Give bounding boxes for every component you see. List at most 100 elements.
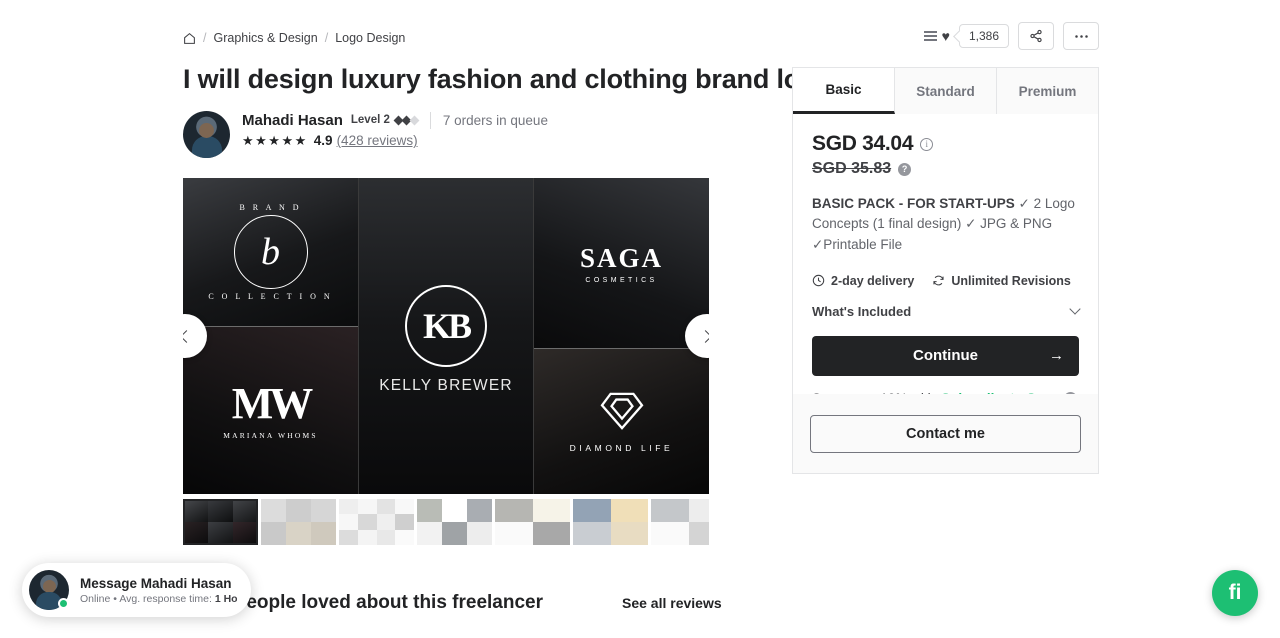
diamond-logo-sub: DIAMOND LIFE [569, 442, 674, 453]
chevron-right-icon [699, 329, 709, 343]
hamburger-icon[interactable] [923, 31, 937, 41]
diamond-life-logo: DIAMOND LIFE [570, 391, 674, 453]
chat-title: Message Mahadi Hasan [80, 575, 232, 591]
tab-basic[interactable]: Basic [793, 68, 895, 114]
price-info-icon[interactable]: i [920, 137, 934, 151]
package-body: SGD 34.04 i SGD 35.83 ? BASIC PACK - FOR… [793, 114, 1098, 425]
gallery-thumbnail-2[interactable] [261, 499, 336, 545]
share-icon [1030, 29, 1042, 43]
mariana-whoms-logo: MW MARIANA WHOMS [223, 378, 318, 440]
see-all-reviews-link[interactable]: See all reviews [622, 595, 722, 611]
tab-standard[interactable]: Standard [895, 68, 997, 114]
star-rating-icon: ★★★★★ [242, 132, 308, 148]
tab-premium[interactable]: Premium [997, 68, 1098, 114]
gig-detail-page: / Graphics & Design / Logo Design ♥ 1,38… [0, 0, 1280, 638]
mariana-logo-sub: MARIANA WHOMS [223, 430, 318, 440]
heart-filled-icon[interactable]: ♥ [942, 29, 950, 43]
chat-status: Online [80, 592, 111, 605]
kelly-logo-name: KELLY BREWER [379, 377, 513, 394]
revisions-icon [933, 275, 944, 286]
seller-avatar[interactable] [183, 110, 230, 158]
gallery-thumbnail-3[interactable] [339, 499, 414, 545]
brand-logo-top-text: B R A N D [239, 203, 302, 212]
more-options-button[interactable] [1063, 22, 1099, 50]
chat-separator: • [113, 592, 117, 605]
seller-level-label: Level 2 [350, 114, 390, 127]
package-description: BASIC PACK - FOR START-UPS ✓ 2 Logo Conc… [812, 194, 1079, 255]
mariana-logo-mark: MW [231, 378, 314, 428]
delivery-label: 2-day delivery [831, 273, 915, 288]
avatar-face [42, 579, 56, 593]
collect-group: ♥ 1,386 [923, 24, 1009, 48]
old-price-row: SGD 35.83 ? [812, 160, 1079, 178]
breadcrumb-separator: / [203, 31, 207, 45]
chevron-left-icon [183, 329, 193, 343]
collage-cell-kelly: KB KELLY BREWER [359, 178, 533, 494]
level-diamonds [393, 115, 420, 125]
seller-info: Mahadi Hasan Level 2 7 orders in queue ★… [242, 111, 548, 149]
collage-column-center: KB KELLY BREWER [358, 178, 534, 494]
brand-logo-bottom-text: C O L L E C T I O N [208, 292, 333, 301]
chat-text: Message Mahadi Hasan Online • Avg. respo… [80, 576, 237, 605]
brand-collection-logo: B R A N D b C O L L E C T I O N [208, 200, 332, 304]
saga-logo-sub: COSMETICS [585, 276, 658, 284]
price-row: SGD 34.04 i [812, 132, 1079, 156]
old-price-help-icon[interactable]: ? [898, 162, 912, 176]
breadcrumb: / Graphics & Design / Logo Design [183, 31, 405, 45]
seller-name[interactable]: Mahadi Hasan [242, 112, 343, 129]
collage-cell-brand: B R A N D b C O L L E C T I O N [183, 178, 358, 326]
kelly-logo-monogram: KB [404, 285, 487, 367]
gallery-thumbnail-4[interactable] [417, 499, 492, 545]
package-price-original: SGD 35.83 [812, 160, 892, 177]
collect-count-badge: 1,386 [958, 24, 1009, 48]
saga-logo-mark: SAGA [579, 242, 663, 273]
whats-included-toggle[interactable]: What's Included [812, 303, 1081, 319]
gallery-thumbnail-1[interactable] [183, 499, 258, 545]
fiverr-logo-icon[interactable]: fi [1212, 570, 1258, 616]
gallery-thumbnail-5[interactable] [495, 499, 570, 545]
revisions: Unlimited Revisions [932, 274, 1071, 288]
seller-row: Mahadi Hasan Level 2 7 orders in queue ★… [183, 110, 723, 158]
divider [429, 111, 431, 129]
orders-in-queue: 7 orders in queue [442, 112, 548, 128]
collage-cell-saga: SAGA COSMETICS [534, 178, 709, 348]
arrow-right-icon: → [1049, 347, 1064, 365]
page-header: / Graphics & Design / Logo Design ♥ 1,38… [0, 0, 1280, 62]
gallery-thumbnails [183, 499, 709, 545]
gig-header-block: I will design luxury fashion and clothin… [183, 62, 833, 158]
share-button[interactable] [1018, 22, 1054, 50]
contact-me-button[interactable]: Contact me [810, 414, 1081, 453]
home-icon[interactable] [183, 32, 196, 45]
package-tabs: Basic Standard Premium [793, 68, 1098, 114]
chat-subtitle: Online • Avg. response time: 1 Hour [80, 593, 237, 605]
breadcrumb-item-graphics-design[interactable]: Graphics & Design [213, 31, 317, 45]
chat-response-time: 1 Hour [214, 592, 237, 605]
collage-column-left: B R A N D b C O L L E C T I O N MW MARIA… [183, 178, 358, 494]
package-price: SGD 34.04 [812, 132, 914, 155]
continue-label: Continue [913, 347, 978, 365]
seller-level-badge: Level 2 [350, 114, 420, 127]
chat-widget[interactable]: Message Mahadi Hasan Online • Avg. respo… [22, 563, 251, 617]
collage-column-right: SAGA COSMETICS DIAMOND LIFE [534, 178, 709, 494]
seller-rating-row: ★★★★★ 4.9 (428 reviews) [242, 133, 548, 149]
breadcrumb-separator-2: / [324, 31, 329, 45]
page-title: I will design luxury fashion and clothin… [183, 64, 833, 94]
saga-cosmetics-logo: SAGA COSMETICS [580, 243, 663, 284]
online-status-dot [58, 598, 69, 609]
kelly-brewer-logo: KB KELLY BREWER [379, 285, 513, 395]
diamond-empty-icon [409, 115, 420, 125]
breadcrumb-item-logo-design[interactable]: Logo Design [335, 31, 405, 45]
gallery-thumbnail-6[interactable] [573, 499, 648, 545]
gallery-thumbnail-7[interactable] [651, 499, 709, 545]
gallery-stage[interactable]: B R A N D b C O L L E C T I O N MW MARIA… [183, 178, 709, 494]
continue-button[interactable]: Continue → [812, 335, 1079, 376]
seller-identity: Mahadi Hasan Level 2 7 orders in queue [242, 111, 548, 129]
delivery-time: 2-day delivery [812, 274, 914, 288]
whats-included-label: What's Included [812, 303, 912, 319]
reviews-count-link[interactable]: (428 reviews) [337, 133, 418, 148]
gig-gallery: B R A N D b C O L L E C T I O N MW MARIA… [183, 178, 709, 545]
chat-response-prefix: Avg. response time: [119, 592, 212, 605]
chevron-down-icon [1069, 303, 1081, 315]
package-panel: Basic Standard Premium SGD 34.04 i SGD 3… [792, 67, 1099, 426]
package-meta: 2-day delivery Unlimited Revisions [812, 274, 1079, 288]
